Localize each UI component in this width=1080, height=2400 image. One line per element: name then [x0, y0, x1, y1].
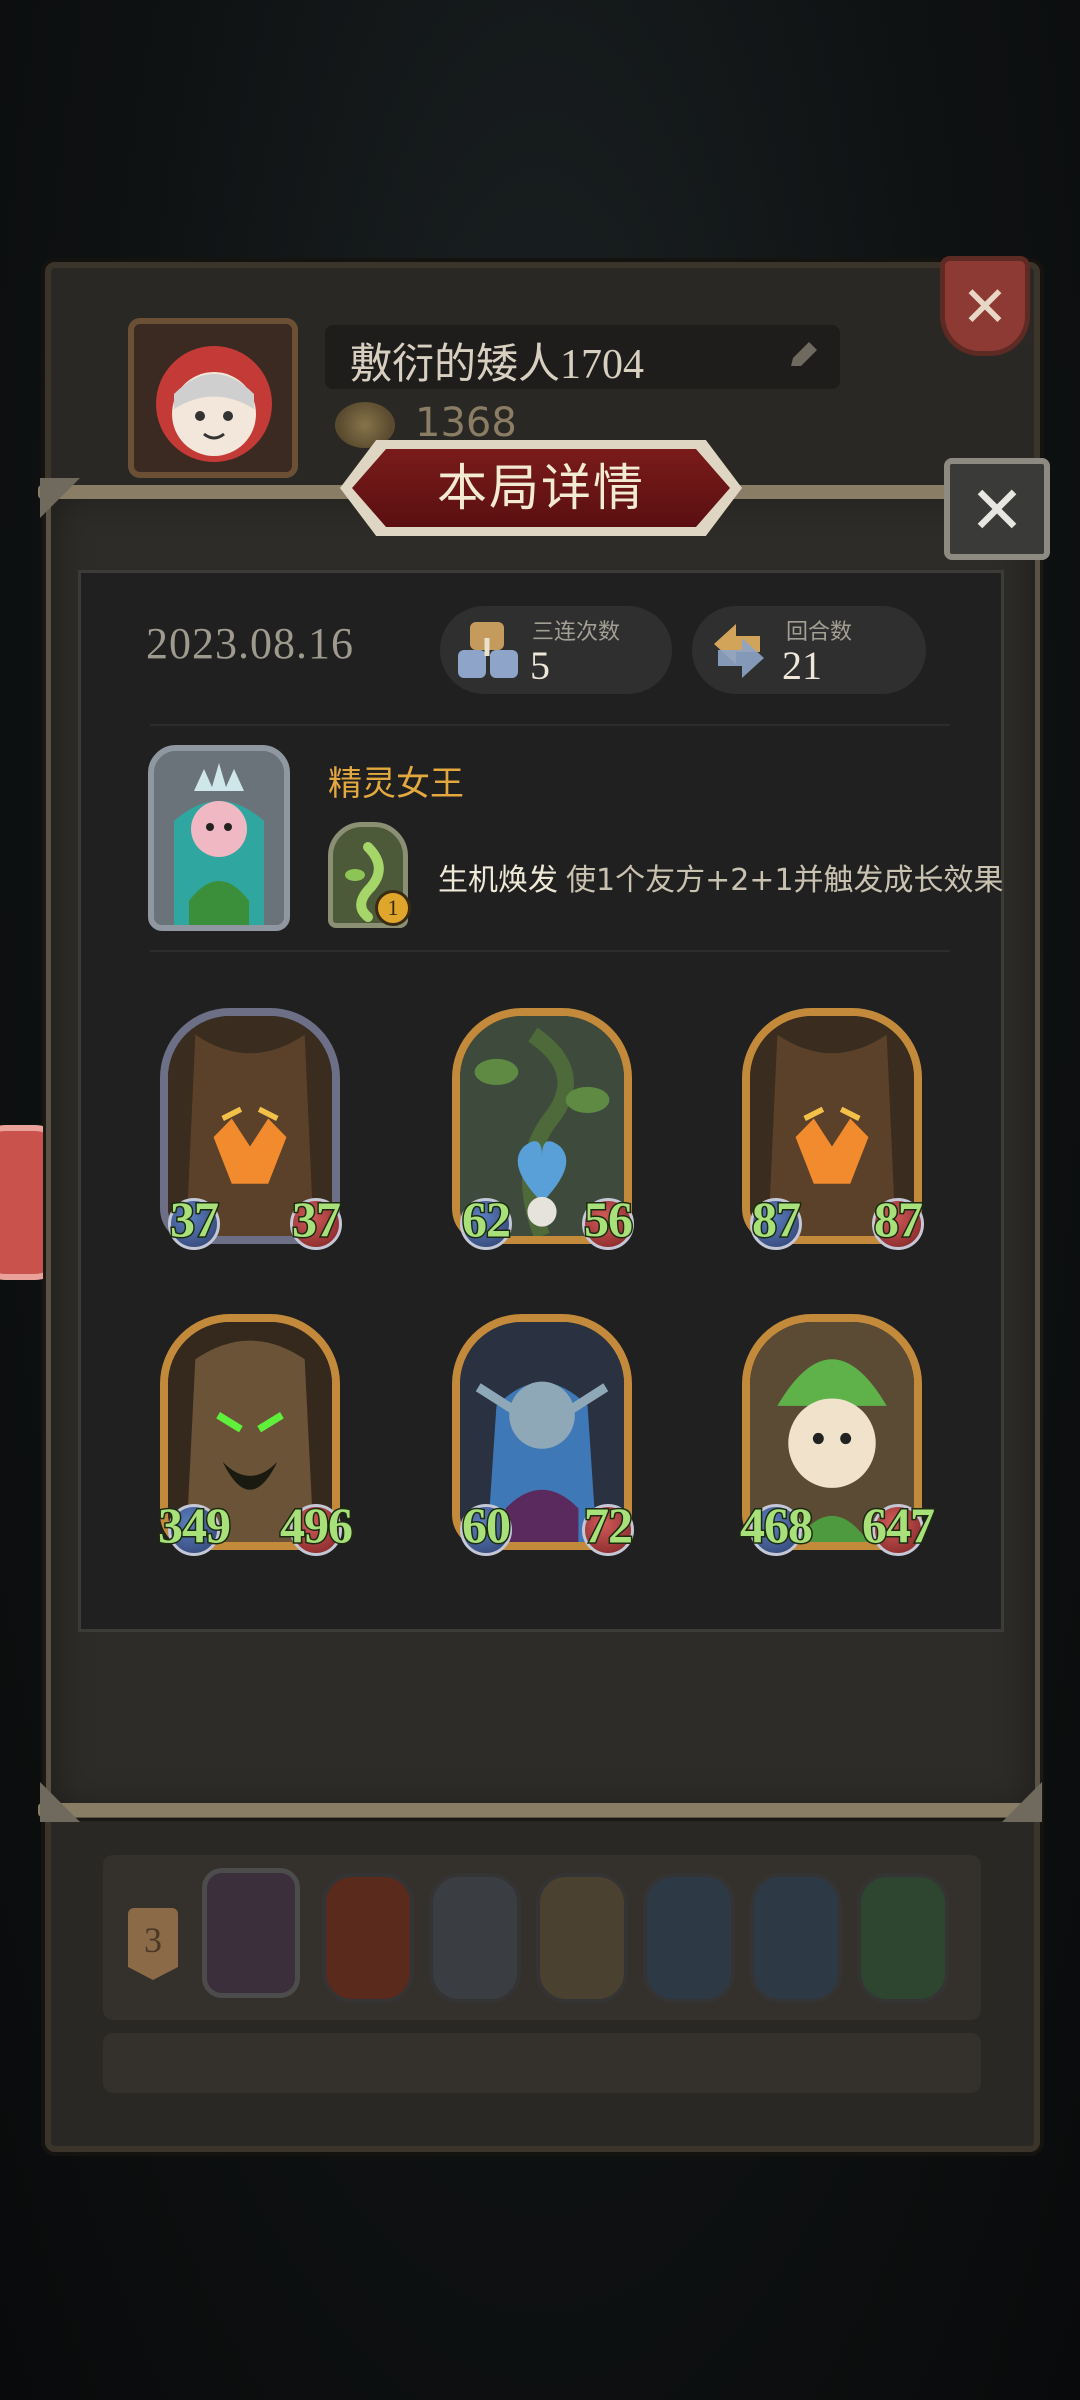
profile-coins: 1368	[415, 400, 517, 446]
close-icon: ✕	[961, 275, 1009, 340]
unit-health: 647	[861, 1496, 937, 1555]
unit-health: 496	[279, 1496, 355, 1555]
outer-close-button[interactable]: ✕	[940, 256, 1030, 356]
close-icon: ✕	[969, 472, 1025, 549]
triple-icon	[458, 622, 518, 678]
history-unit	[643, 1873, 735, 2003]
triples-value: 5	[530, 643, 550, 688]
profile-avatar[interactable]	[128, 318, 298, 478]
skill-level-badge: 1	[375, 890, 411, 926]
edit-icon[interactable]	[785, 338, 821, 374]
skill-description: 使1个友方+2+1并触发成长效果	[566, 863, 1004, 898]
rounds-icon	[714, 624, 764, 678]
unit-health: 87	[873, 1190, 925, 1249]
profile-name: 敷衍的矮人1704	[350, 342, 645, 388]
history-unit	[750, 1873, 842, 2003]
skill-name: 生机焕发	[438, 863, 558, 898]
unit-attack: 87	[751, 1190, 803, 1249]
modal-title: 本局详情	[437, 459, 645, 517]
history-unit	[857, 1873, 949, 2003]
divider	[150, 950, 950, 952]
hero-portrait[interactable]	[148, 745, 290, 931]
unit-attack: 349	[157, 1496, 233, 1555]
history-unit	[536, 1873, 628, 2003]
unit-attack: 468	[739, 1496, 815, 1555]
unit-attack: 37	[169, 1190, 221, 1249]
divider	[150, 724, 950, 726]
rounds-value: 21	[782, 643, 822, 688]
history-hero-portrait	[202, 1868, 300, 1998]
unit-attack: 60	[461, 1496, 513, 1555]
modal-bottom-rail	[38, 1803, 1042, 1817]
match-date: 2023.08.16	[146, 619, 354, 668]
unit-health: 72	[583, 1496, 635, 1555]
hero-name: 精灵女王	[328, 764, 464, 804]
rank-badge: 3	[128, 1908, 178, 1980]
unit-health: 37	[291, 1190, 343, 1249]
history-unit	[429, 1873, 521, 2003]
close-button[interactable]: ✕	[944, 458, 1050, 560]
history-row[interactable]	[103, 2033, 981, 2093]
unit-attack: 62	[461, 1190, 513, 1249]
history-unit	[322, 1873, 414, 2003]
unit-health: 56	[583, 1190, 635, 1249]
